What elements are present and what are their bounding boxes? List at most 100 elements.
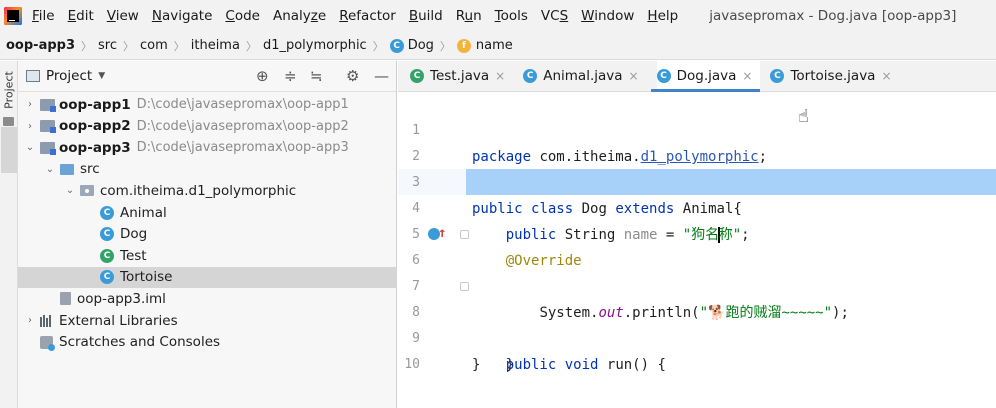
tree-item-oop-app3-iml[interactable]: oop-app3.iml <box>18 288 397 309</box>
method-signature: run() { <box>606 357 666 373</box>
menu-refactor[interactable]: Refactor <box>339 8 396 24</box>
chevron-down-icon[interactable]: ⌄ <box>64 185 76 196</box>
tree-item-oop-app1[interactable]: › oop-app1 D:\code\javasepromax\oop-app1 <box>18 94 397 115</box>
menu-window[interactable]: Window <box>581 8 634 24</box>
locate-icon[interactable]: ⊕ <box>256 67 269 85</box>
tree-item-tortoise[interactable]: C Tortoise <box>18 266 397 288</box>
project-tool-window-button[interactable] <box>1 127 17 173</box>
tree-item-label: oop-app1 <box>59 96 131 113</box>
tree-item-oop-app3[interactable]: ⌄ oop-app3 D:\code\javasepromax\oop-app3 <box>18 137 397 158</box>
module-icon <box>40 120 56 134</box>
tab-tortoise-java[interactable]: C Tortoise.java × <box>770 61 899 91</box>
breadcrumb-class[interactable]: Dog <box>408 38 434 53</box>
code-line[interactable]: 10 <box>398 326 996 372</box>
breadcrumb-separator-icon: 〉 <box>439 39 451 53</box>
class-icon: C <box>389 38 404 53</box>
tree-item-label: oop-app3.iml <box>77 290 166 307</box>
code-line[interactable]: 5 @Override <box>398 196 996 269</box>
menu-items: File Edit View Navigate Code Analyze Refactor B… <box>32 8 691 24</box>
menu-help[interactable]: Help <box>647 8 678 24</box>
tree-item-label: oop-app3 <box>59 139 131 156</box>
chevron-right-icon[interactable]: › <box>24 99 36 110</box>
tab-dog-java[interactable]: C Dog.java × <box>650 61 761 92</box>
code-line-current[interactable]: 4 public String name = "狗名称"; <box>398 170 996 243</box>
menu-code[interactable]: Code <box>225 8 260 24</box>
code-line[interactable]: 8 } <box>398 274 996 373</box>
tree-item-animal[interactable]: C Animal <box>18 202 397 223</box>
tree-item-external-libraries[interactable]: › External Libraries <box>18 310 397 331</box>
project-panel-title[interactable]: Project <box>46 68 92 84</box>
class-icon: C <box>100 270 114 285</box>
menu-run[interactable]: Run <box>456 8 482 24</box>
menu-navigate[interactable]: Navigate <box>152 8 213 24</box>
breadcrumb-separator-icon: 〉 <box>122 39 134 53</box>
module-file-icon <box>60 292 71 306</box>
chevron-right-icon[interactable]: › <box>24 315 36 326</box>
code-line[interactable]: 1 package com.itheima.d1_polymorphic; <box>398 92 996 165</box>
class-icon: C <box>770 69 785 83</box>
code-line[interactable]: 6 ↑ public void run() { <box>398 222 996 373</box>
close-icon[interactable]: × <box>629 69 639 83</box>
tree-item-label: Test <box>120 247 147 264</box>
code-line[interactable]: 7 System.out.println("🐕跑的贼溜~~~~~"); <box>398 248 996 321</box>
tree-item-test[interactable]: C Test <box>18 245 397 266</box>
class-icon: C <box>100 227 114 242</box>
closing-brace: } <box>505 357 515 373</box>
tree-item-scratches-and-consoles[interactable]: Scratches and Consoles <box>18 332 397 353</box>
fold-icon[interactable] <box>460 282 469 291</box>
tab-label: Animal.java <box>543 68 623 84</box>
menu-vcs[interactable]: VCS <box>541 8 568 24</box>
tab-label: Dog.java <box>676 68 737 84</box>
menu-analyze[interactable]: Analyze <box>273 8 326 24</box>
breadcrumb-package[interactable]: d1_polymorphic <box>263 38 367 53</box>
chevron-down-icon[interactable]: ⌄ <box>44 164 56 175</box>
tab-animal-java[interactable]: C Animal.java × <box>523 61 646 91</box>
gear-icon[interactable]: ⚙ <box>346 67 359 85</box>
closing-brace: } <box>472 357 481 373</box>
menu-file[interactable]: File <box>32 8 55 24</box>
chevron-right-icon[interactable]: › <box>24 121 36 132</box>
close-icon[interactable]: × <box>742 69 752 83</box>
breadcrumb-itheima[interactable]: itheima <box>191 38 240 53</box>
code-line[interactable]: 2 <box>398 118 996 164</box>
library-icon <box>40 314 54 327</box>
tree-item-dog[interactable]: C Dog <box>18 224 397 245</box>
folder-icon[interactable] <box>3 117 14 126</box>
close-icon[interactable]: × <box>881 69 891 83</box>
tree-item-com-itheima-d1-polymorphic[interactable]: ⌄ com.itheima.d1_polymorphic <box>18 180 397 201</box>
project-stripe-label: Project <box>2 71 16 109</box>
class-icon: C <box>523 69 538 83</box>
fold-icon[interactable] <box>460 230 469 239</box>
code-line[interactable]: 3 public class Dog extends Animal{ <box>398 144 996 217</box>
menu-tools[interactable]: Tools <box>495 8 528 24</box>
tree-item-label: Scratches and Consoles <box>59 334 221 351</box>
class-icon: C <box>656 69 671 83</box>
tree-item-oop-app2[interactable]: › oop-app2 D:\code\javasepromax\oop-app2 <box>18 116 397 137</box>
hide-icon[interactable]: — <box>374 67 389 85</box>
menu-bar: File Edit View Navigate Code Analyze Refactor B… <box>0 0 996 32</box>
code-editor[interactable]: 1 package com.itheima.d1_polymorphic; 2 … <box>398 92 996 408</box>
tree-item-label: oop-app2 <box>59 118 131 135</box>
breadcrumb-separator-icon: 〉 <box>81 39 92 53</box>
menu-build[interactable]: Build <box>409 8 443 24</box>
expand-all-icon[interactable]: ≑ <box>284 67 297 85</box>
class-icon: C <box>100 205 114 220</box>
breadcrumb-field[interactable]: name <box>476 38 513 53</box>
chevron-down-icon[interactable]: ⌄ <box>24 142 36 153</box>
code-line[interactable]: 9 } <box>398 300 996 373</box>
collapse-all-icon[interactable]: ≒ <box>310 67 323 85</box>
close-icon[interactable]: × <box>495 69 505 83</box>
tree-item-src[interactable]: ⌄ src <box>18 159 397 180</box>
menu-edit[interactable]: Edit <box>68 8 94 24</box>
breadcrumb-module[interactable]: oop-app3 <box>6 38 75 53</box>
runnable-class-icon: C <box>410 69 424 83</box>
chevron-down-icon[interactable]: ▼ <box>98 71 105 81</box>
module-path: D:\code\javasepromax\oop-app2 <box>136 118 349 134</box>
breadcrumb-separator-icon: 〉 <box>173 39 185 53</box>
breadcrumb-src[interactable]: src <box>98 38 117 53</box>
breadcrumb-com[interactable]: com <box>140 38 168 53</box>
menu-view[interactable]: View <box>107 8 139 24</box>
keyword: void <box>564 357 599 373</box>
tab-test-java[interactable]: C Test.java × <box>410 61 513 91</box>
arrow-up-icon[interactable]: ↑ <box>438 222 446 244</box>
